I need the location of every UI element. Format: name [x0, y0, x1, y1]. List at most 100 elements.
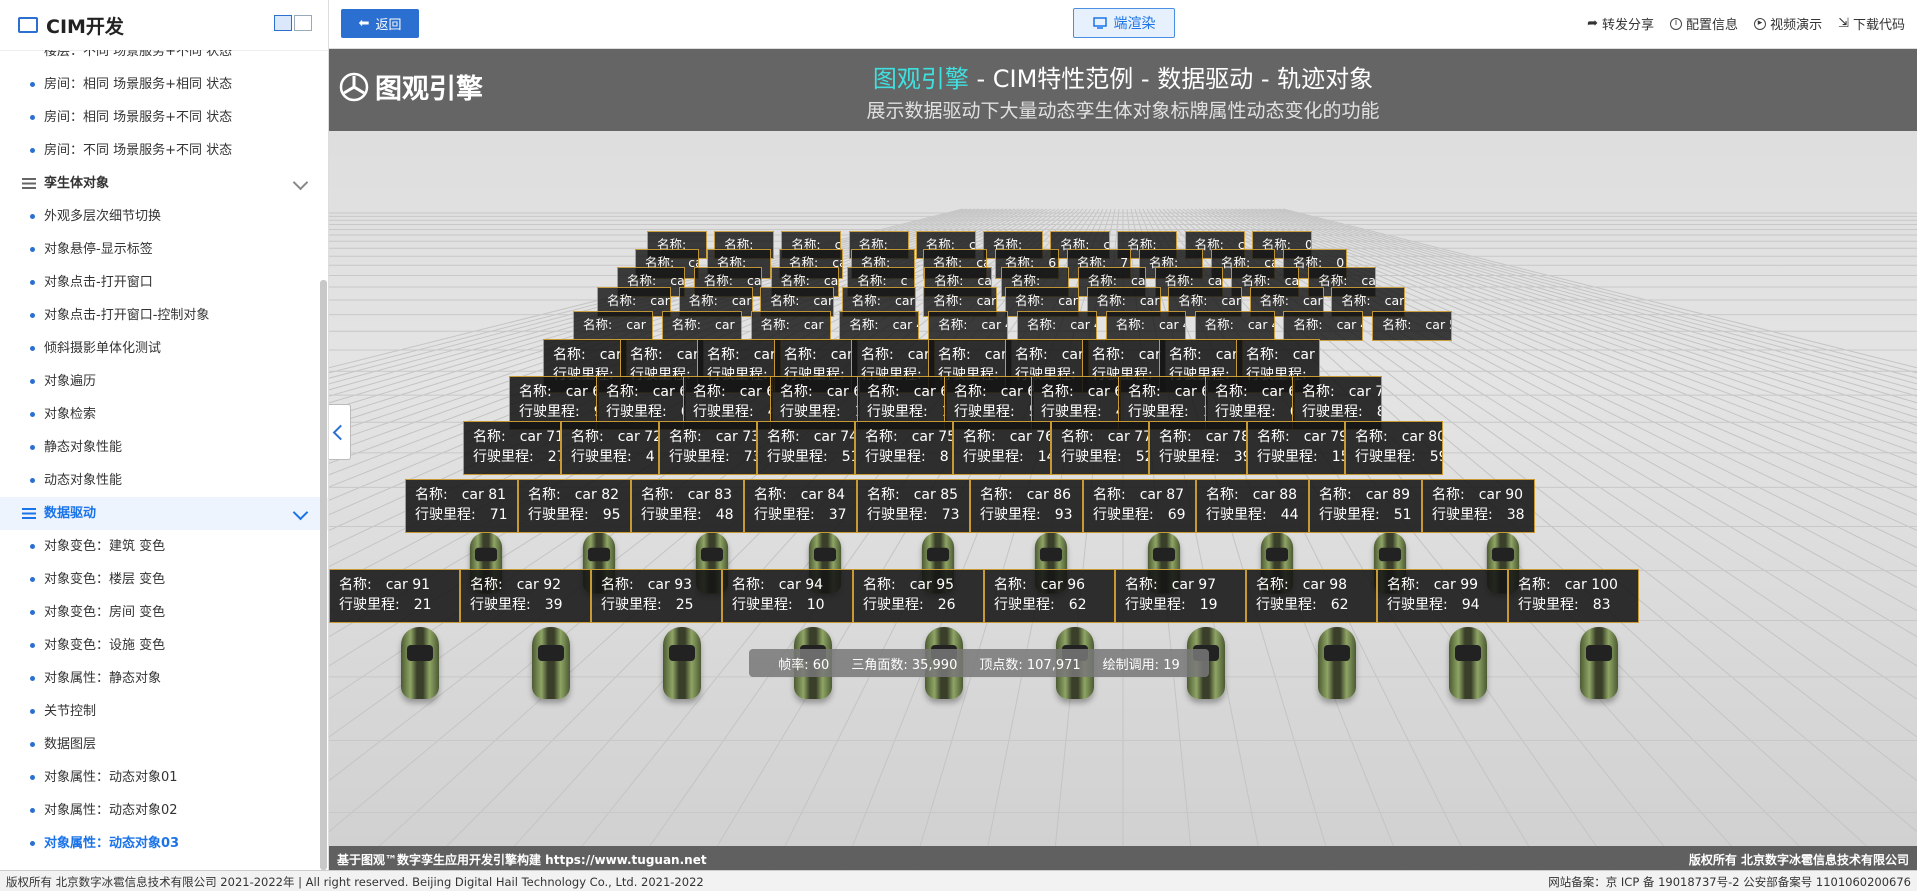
- car-label[interactable]: 名称: car 98 行驶里程: 62: [1246, 569, 1377, 623]
- car-label[interactable]: 名称:car 73 行驶里程:73: [659, 421, 757, 475]
- car-label[interactable]: 名称: car 85 行驶里程: 73: [857, 479, 970, 533]
- sidebar-item[interactable]: 对象遍历: [0, 365, 328, 398]
- car-label[interactable]: 名称: car 81 行驶里程: 71: [405, 479, 518, 533]
- car-label[interactable]: 名称:car 47: [1105, 311, 1186, 341]
- sidebar-item-partial[interactable]: 楼层：不同 场景服务+不同 状态: [0, 50, 328, 68]
- car-label[interactable]: 名称: car 92 行驶里程: 39: [460, 569, 591, 623]
- play-icon: ▸: [1754, 17, 1767, 30]
- car-name-line: 名称:car 59: [1169, 347, 1242, 363]
- sidebar-item[interactable]: 对象变色：建筑 变色: [0, 530, 328, 563]
- bullet-icon: [30, 841, 35, 846]
- car-label[interactable]: 名称:car: [573, 311, 653, 341]
- car-mileage-line: 行驶里程: 69: [1093, 507, 1186, 523]
- sidebar-item[interactable]: 对象检索: [0, 398, 328, 431]
- car-model[interactable]: [1318, 627, 1357, 699]
- car-label[interactable]: 名称:car 49: [1283, 311, 1364, 341]
- car-label[interactable]: 名称:car 79 行驶里程:15: [1247, 421, 1345, 475]
- car-label[interactable]: 名称: car 94 行驶里程: 10: [722, 569, 853, 623]
- sidebar-item[interactable]: 关节控制: [0, 695, 328, 728]
- sidebar-item[interactable]: 对象属性：动态对象01: [0, 761, 328, 794]
- car-name-line: 名称:car: [933, 293, 997, 308]
- sidebar-group[interactable]: 孪生体对象: [0, 167, 328, 200]
- sidebar-item[interactable]: 对象点击-打开窗口-控制对象: [0, 299, 328, 332]
- car-label[interactable]: 名称:car 45: [928, 311, 1009, 341]
- car-name-line: 名称:car 60: [1246, 347, 1319, 363]
- car-name-line: 名称:car 45: [938, 317, 1007, 332]
- page-footer: 版权所有 北京数字冰雹信息技术有限公司 2021-2022年 | All rig…: [0, 870, 1917, 891]
- car-label[interactable]: 名称:car 46: [1017, 311, 1097, 341]
- sidebar-item[interactable]: 房间：不同 场景服务+不同 状态: [0, 134, 328, 167]
- sidebar-item[interactable]: 对象悬停-显示标签: [0, 233, 328, 266]
- download-button[interactable]: ⇲ 下载代码: [1838, 14, 1905, 33]
- car-model[interactable]: [532, 627, 571, 699]
- sidebar-item[interactable]: 对象点击-打开窗口: [0, 266, 328, 299]
- sidebar-item[interactable]: 房间：相同 场景服务+相同 状态: [0, 68, 328, 101]
- car-label[interactable]: 名称: car 88 行驶里程: 44: [1196, 479, 1309, 533]
- sidebar-item[interactable]: 对象变色：楼层 变色: [0, 563, 328, 596]
- sidebar-item[interactable]: 数据图层: [0, 728, 328, 761]
- image-view-icon[interactable]: [294, 15, 312, 31]
- sidebar-collapse-button[interactable]: [329, 404, 351, 460]
- back-button[interactable]: ⬅ 返回: [341, 9, 419, 38]
- bullet-icon: [30, 214, 35, 219]
- sidebar-item[interactable]: 对象属性：动态对象03: [0, 827, 328, 860]
- car-label[interactable]: 名称: car 86 行驶里程: 93: [970, 479, 1083, 533]
- sidebar-group[interactable]: 数据驱动: [0, 497, 328, 530]
- sidebar-item[interactable]: 静态对象性能: [0, 431, 328, 464]
- sidebar-item[interactable]: 对象属性：动态对象02: [0, 794, 328, 827]
- sidebar-scrollbar[interactable]: [320, 280, 327, 870]
- share-button[interactable]: ➦ 转发分享: [1587, 14, 1654, 33]
- car-model[interactable]: [1580, 627, 1619, 699]
- car-label[interactable]: 名称: car 100 行驶里程: 83: [1508, 569, 1639, 623]
- car-mileage-line: 行驶里程:73: [867, 507, 960, 523]
- fps-stat: 帧率: 60: [778, 657, 830, 673]
- video-button[interactable]: ▸ 视频演示: [1754, 14, 1822, 33]
- sidebar-item[interactable]: 对象变色：设施 变色: [0, 629, 328, 662]
- car-label[interactable]: 名称: car 99 行驶里程: 94: [1377, 569, 1508, 623]
- car-label[interactable]: 名称: car 75 行驶里程: 8: [855, 421, 953, 475]
- sidebar-header: CIM开发: [0, 0, 328, 51]
- download-label: 下载代码: [1852, 18, 1905, 33]
- car-label[interactable]: 名称:car 78 行驶里程:39: [1149, 421, 1247, 475]
- car-label[interactable]: 名称: car 72 行驶里程: 4: [561, 421, 659, 475]
- car-label[interactable]: 名称:car 74 行驶里程:51: [757, 421, 855, 475]
- 3d-viewport[interactable]: 名称:名称:名称:car 03名称:名称:car 05名称:名称:car 07名…: [329, 49, 1917, 870]
- car-label[interactable]: 名称: car 96 行驶里程: 62: [984, 569, 1115, 623]
- sidebar-item[interactable]: 动态对象性能: [0, 464, 328, 497]
- car-name-line: 名称:car: [1259, 293, 1323, 308]
- car-label[interactable]: 名称:car 48: [1194, 311, 1275, 341]
- car-label[interactable]: 名称: car 84 行驶里程: 37: [744, 479, 857, 533]
- car-model[interactable]: [401, 627, 440, 699]
- sidebar-item[interactable]: 倾斜摄影单体化测试: [0, 332, 328, 365]
- sidebar-item[interactable]: 房间：相同 场景服务+不同 状态: [0, 101, 328, 134]
- car-label[interactable]: 名称:car 76 行驶里程:14: [953, 421, 1051, 475]
- monitor-icon: [18, 17, 38, 33]
- car-label[interactable]: 名称: car 87 行驶里程: 69: [1083, 479, 1196, 533]
- car-label[interactable]: 名称: car 90 行驶里程: 38: [1422, 479, 1535, 533]
- car-label[interactable]: 名称: car 91 行驶里程: 21: [329, 569, 460, 623]
- car-name-line: 名称:car 62: [606, 384, 685, 400]
- car-label[interactable]: 名称:car: [661, 311, 742, 341]
- car-label[interactable]: 名称: car 93 行驶里程: 25: [591, 569, 722, 623]
- car-label[interactable]: 名称: car 89 行驶里程: 51: [1309, 479, 1422, 533]
- car-label[interactable]: 名称:car 71 行驶里程:27: [463, 421, 561, 475]
- config-button[interactable]: i 配置信息: [1670, 14, 1738, 33]
- car-label[interactable]: 名称: car 95 行驶里程: 26: [853, 569, 984, 623]
- car-label[interactable]: 名称: car 82 行驶里程: 95: [518, 479, 631, 533]
- car-label[interactable]: 名称:car: [750, 311, 831, 341]
- sidebar-item[interactable]: 外观多层次细节切换: [0, 200, 328, 233]
- sidebar-item-label: 倾斜摄影单体化测试: [44, 341, 162, 356]
- car-label[interactable]: 名称: car 97 行驶里程: 19: [1115, 569, 1246, 623]
- render-mode-button[interactable]: 端渲染: [1073, 8, 1175, 38]
- grid-view-icon[interactable]: [274, 15, 292, 31]
- car-label[interactable]: 名称: car 83 行驶里程: 48: [631, 479, 744, 533]
- car-name-line: 名称:car: [583, 317, 646, 332]
- sidebar-item[interactable]: 对象属性：静态对象: [0, 662, 328, 695]
- car-model[interactable]: [663, 627, 702, 699]
- car-label[interactable]: 名称:car 80 行驶里程:59: [1345, 421, 1443, 475]
- car-label[interactable]: 名称:car 44: [839, 311, 920, 341]
- sidebar-item[interactable]: 对象变色：房间 变色: [0, 596, 328, 629]
- car-model[interactable]: [1449, 627, 1488, 699]
- car-label[interactable]: 名称:car 77 行驶里程:52: [1051, 421, 1149, 475]
- car-label[interactable]: 名称:car 50: [1372, 311, 1453, 341]
